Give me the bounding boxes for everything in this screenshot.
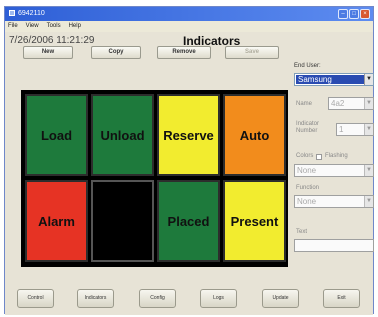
- function-select[interactable]: None ▼: [294, 195, 374, 208]
- menu-bar: File View Tools Help: [5, 21, 373, 32]
- end-user-value: Samsung: [296, 75, 364, 84]
- function-label: Function: [296, 185, 320, 191]
- window-controls: – □ ×: [338, 9, 370, 19]
- close-button[interactable]: ×: [360, 9, 370, 19]
- tile-label: Unload: [100, 127, 145, 143]
- menu-view[interactable]: View: [26, 21, 39, 32]
- name-field[interactable]: 4a2 ▼: [328, 97, 374, 110]
- tile-label: Placed: [167, 213, 210, 229]
- flashing-checkbox[interactable]: [316, 154, 322, 160]
- indicator-tile-load[interactable]: Load: [25, 94, 88, 176]
- menu-help[interactable]: Help: [69, 21, 81, 32]
- color-select[interactable]: None ▼: [294, 164, 374, 177]
- properties-panel: End User: Samsung ▼ Name 4a2 ▼ Indicator…: [292, 63, 374, 277]
- config-button[interactable]: Config: [139, 289, 176, 308]
- indicator-number-label: Indicator Number: [296, 121, 320, 134]
- remove-button[interactable]: Remove: [157, 46, 211, 59]
- name-label: Name: [296, 101, 313, 107]
- menu-tools[interactable]: Tools: [47, 21, 61, 32]
- title-bar: 6942110 – □ ×: [5, 7, 373, 21]
- minimize-button[interactable]: –: [338, 9, 348, 19]
- menu-file[interactable]: File: [8, 21, 18, 32]
- chevron-down-icon[interactable]: ▼: [364, 98, 373, 109]
- chevron-down-icon[interactable]: ▼: [364, 165, 373, 176]
- datetime-display: 7/26/2006 11:21:29: [9, 35, 95, 46]
- text-field[interactable]: [294, 239, 374, 252]
- indicator-tile-auto[interactable]: Auto: [223, 94, 286, 176]
- save-button[interactable]: Save: [225, 46, 279, 59]
- bottom-nav: Control Indicators Config Logs Update Ex…: [5, 278, 373, 315]
- text-label: Text: [296, 229, 308, 235]
- indicator-tile-alarm[interactable]: Alarm: [25, 180, 88, 262]
- copy-button[interactable]: Copy: [91, 46, 141, 59]
- tile-label: Auto: [239, 127, 270, 143]
- window-title: 6942110: [18, 10, 45, 17]
- indicator-tile-present[interactable]: Present: [223, 180, 286, 262]
- exit-button[interactable]: Exit: [323, 289, 360, 308]
- control-button[interactable]: Control: [17, 289, 54, 308]
- indicator-grid: Load Unload Reserve Auto Alarm Placed Pr…: [21, 90, 288, 267]
- name-value: 4a2: [331, 99, 345, 108]
- tile-label: Alarm: [38, 213, 75, 229]
- chevron-down-icon[interactable]: ▼: [364, 124, 373, 135]
- maximize-button[interactable]: □: [349, 9, 359, 19]
- new-button[interactable]: New: [23, 46, 73, 59]
- indicators-button[interactable]: Indicators: [77, 289, 114, 308]
- tile-label: Present: [230, 213, 279, 229]
- indicator-number-value: 1: [339, 125, 344, 134]
- chevron-down-icon[interactable]: ▼: [364, 196, 373, 207]
- app-icon: [9, 10, 15, 16]
- app-window: 6942110 – □ × File View Tools Help 7/26/…: [4, 6, 374, 315]
- end-user-select[interactable]: Samsung ▼: [294, 73, 374, 86]
- chevron-down-icon[interactable]: ▼: [364, 74, 373, 85]
- indicator-tile-reserve[interactable]: Reserve: [157, 94, 220, 176]
- color-value: None: [297, 166, 317, 175]
- indicator-number-field[interactable]: 1 ▼: [336, 123, 374, 136]
- end-user-label: End User:: [294, 63, 321, 69]
- update-button[interactable]: Update: [262, 289, 299, 308]
- indicator-tile-empty[interactable]: [91, 180, 154, 262]
- indicator-tile-unload[interactable]: Unload: [91, 94, 154, 176]
- indicator-tile-placed[interactable]: Placed: [157, 180, 220, 262]
- logs-button[interactable]: Logs: [200, 289, 237, 308]
- flashing-label: Flashing: [325, 153, 348, 159]
- colors-label: Colors: [296, 153, 314, 159]
- function-value: None: [297, 197, 317, 206]
- tile-label: Reserve: [163, 127, 214, 143]
- tile-label: Load: [40, 127, 73, 143]
